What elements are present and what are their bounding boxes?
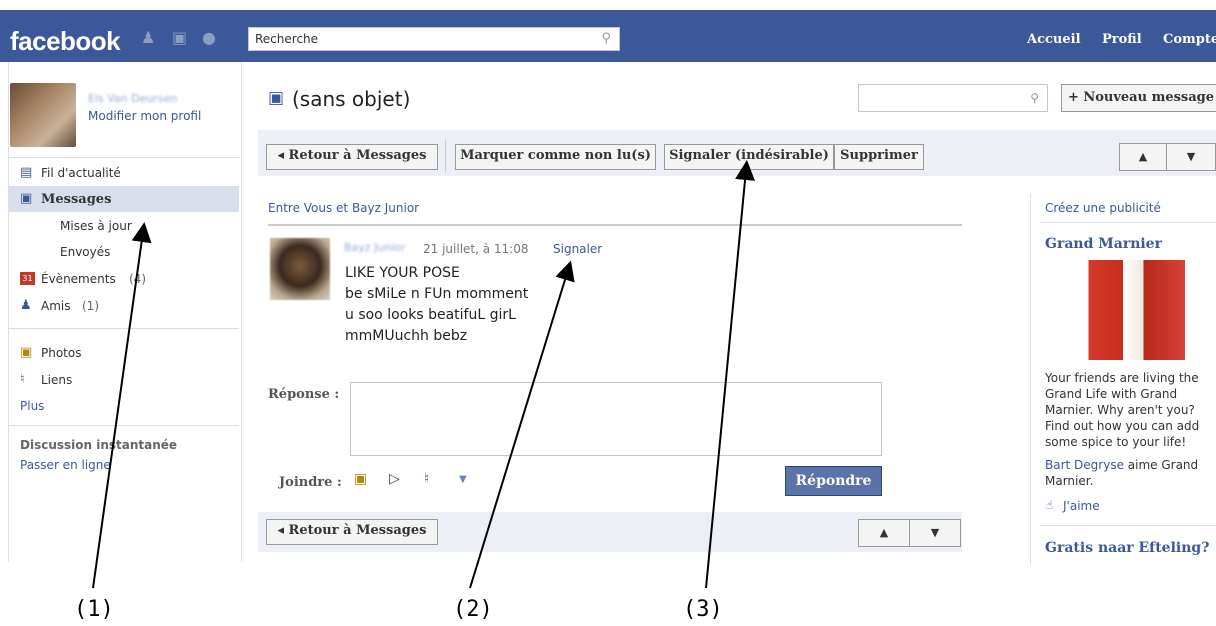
annotation-label-3: (3) — [683, 597, 723, 622]
annotation-label-1: (1) — [74, 597, 114, 622]
annotation-arrow-3 — [705, 160, 756, 589]
annotation-label-2: (2) — [453, 597, 493, 622]
annotation-arrows — [92, 160, 756, 589]
annotation-arrow-1 — [92, 222, 152, 589]
annotation-arrow-2 — [469, 260, 575, 589]
